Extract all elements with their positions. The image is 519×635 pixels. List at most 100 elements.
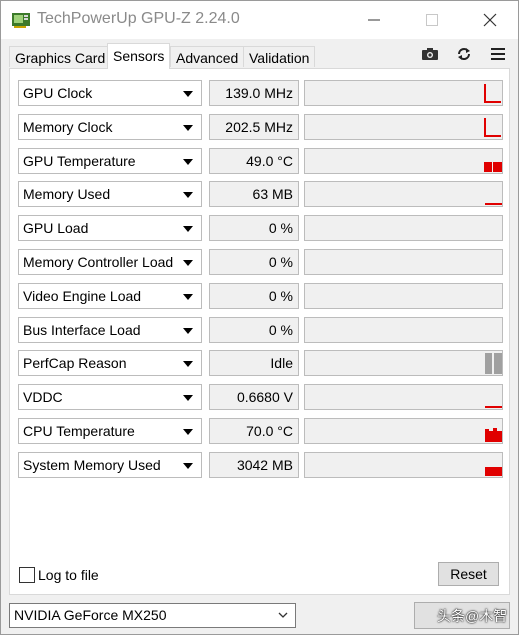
menu-icon[interactable] [488, 45, 508, 63]
sensor-graph-plot [484, 118, 501, 137]
sensor-value: 202.5 MHz [209, 114, 299, 140]
sensor-name-dropdown[interactable]: System Memory Used [18, 452, 202, 478]
sensor-graph-plot [485, 406, 502, 408]
sensor-label: GPU Load [23, 220, 89, 236]
sensor-graph-plot [484, 162, 502, 172]
sensor-label: System Memory Used [23, 457, 161, 473]
sensor-name-dropdown[interactable]: GPU Load [18, 215, 202, 241]
sensor-label: Bus Interface Load [23, 322, 141, 338]
sensors-panel: GPU Clock 139.0 MHz Memory Clock 202.5 MHz G… [9, 68, 510, 595]
sensor-name-dropdown[interactable]: GPU Temperature [18, 148, 202, 174]
sensor-row: Memory Controller Load 0 % [18, 249, 503, 277]
tab-advanced[interactable]: Advanced [170, 46, 245, 67]
dropdown-arrow-icon [183, 226, 193, 232]
sensor-value: 70.0 °C [209, 418, 299, 444]
camera-icon[interactable] [420, 45, 440, 63]
sensor-graph [304, 215, 503, 241]
sensor-row: CPU Temperature 70.0 °C [18, 418, 503, 446]
gpu-selector-value: NVIDIA GeForce MX250 [14, 607, 167, 623]
dropdown-arrow-icon [183, 463, 193, 469]
refresh-icon[interactable] [454, 45, 474, 63]
graph-mark [485, 428, 502, 442]
sensor-row: System Memory Used 3042 MB [18, 452, 503, 480]
sensor-graph [304, 452, 503, 478]
sensor-label: GPU Clock [23, 85, 93, 101]
sensor-graph-plot [484, 84, 501, 103]
graph-mark [485, 467, 502, 476]
sensor-name-dropdown[interactable]: Memory Controller Load [18, 249, 202, 275]
sensor-label: Memory Clock [23, 119, 113, 135]
sensor-row: GPU Load 0 % [18, 215, 503, 243]
sensor-row: Bus Interface Load 0 % [18, 317, 503, 345]
minimize-icon [368, 19, 380, 21]
chevron-down-icon [278, 612, 288, 618]
sensor-name-dropdown[interactable]: CPU Temperature [18, 418, 202, 444]
watermark-text: 头条@木智 [437, 608, 508, 624]
sensor-graph-plot [485, 428, 502, 442]
sensor-graph-plot [305, 284, 502, 308]
sensor-label: PerfCap Reason [23, 355, 127, 371]
sensor-value: 3042 MB [209, 452, 299, 478]
sensor-value: 63 MB [209, 181, 299, 207]
sensor-value: 0 % [209, 249, 299, 275]
sensor-value: 0 % [209, 283, 299, 309]
sensor-value: 49.0 °C [209, 148, 299, 174]
dropdown-arrow-icon [183, 429, 193, 435]
sensor-row: Video Engine Load 0 % [18, 283, 503, 311]
dropdown-arrow-icon [183, 328, 193, 334]
minimize-button[interactable] [345, 1, 403, 39]
sensor-graph [304, 418, 503, 444]
graph-mark [494, 353, 502, 374]
dropdown-arrow-icon [183, 260, 193, 266]
sensor-name-dropdown[interactable]: Memory Clock [18, 114, 202, 140]
gpu-selector-dropdown[interactable]: NVIDIA GeForce MX250 [9, 603, 296, 628]
sensor-value: 0.6680 V [209, 384, 299, 410]
tab-graphics-card[interactable]: Graphics Card [9, 46, 112, 67]
graph-mark [484, 84, 501, 103]
dropdown-arrow-icon [183, 361, 193, 367]
sensor-graph [304, 80, 503, 106]
maximize-button[interactable] [403, 1, 461, 39]
sensor-name-dropdown[interactable]: VDDC [18, 384, 202, 410]
sensor-name-dropdown[interactable]: Memory Used [18, 181, 202, 207]
sensor-graph [304, 148, 503, 174]
sensor-row: PerfCap Reason Idle [18, 350, 503, 378]
sensor-label: VDDC [23, 389, 63, 405]
sensor-row: GPU Temperature 49.0 °C [18, 148, 503, 176]
sensor-graph-plot [485, 353, 502, 374]
sensor-name-dropdown[interactable]: Video Engine Load [18, 283, 202, 309]
tab-bar: Graphics Card Sensors Advanced Validatio… [1, 39, 518, 69]
dropdown-arrow-icon [183, 192, 193, 198]
sensor-name-dropdown[interactable]: Bus Interface Load [18, 317, 202, 343]
sensor-graph-plot [305, 318, 502, 342]
sensor-name-dropdown[interactable]: PerfCap Reason [18, 350, 202, 376]
sensor-label: Memory Controller Load [23, 254, 174, 270]
dropdown-arrow-icon [183, 159, 193, 165]
log-to-file-label[interactable]: Log to file [38, 567, 99, 583]
window-title: TechPowerUp GPU-Z 2.24.0 [37, 10, 240, 27]
graph-mark [485, 353, 492, 374]
sensor-value: 139.0 MHz [209, 80, 299, 106]
sensor-row: Memory Used 63 MB [18, 181, 503, 209]
sensor-name-dropdown[interactable]: GPU Clock [18, 80, 202, 106]
dropdown-arrow-icon [183, 294, 193, 300]
close-icon [483, 13, 497, 27]
sensor-graph-plot [485, 203, 502, 205]
title-bar[interactable]: TechPowerUp GPU-Z 2.24.0 [1, 1, 518, 39]
sensor-label: CPU Temperature [23, 423, 135, 439]
graph-mark [485, 406, 502, 408]
tab-sensors[interactable]: Sensors [107, 43, 171, 69]
graph-mark [484, 118, 501, 137]
reset-button[interactable]: Reset [438, 562, 499, 586]
dropdown-arrow-icon [183, 395, 193, 401]
tab-validation[interactable]: Validation [243, 46, 316, 67]
log-to-file-checkbox[interactable] [19, 567, 35, 583]
sensor-graph-plot [305, 250, 502, 274]
close-window-button[interactable] [461, 1, 519, 39]
gpu-card-icon [12, 13, 30, 28]
sensor-label: GPU Temperature [23, 153, 136, 169]
sensor-value: Idle [209, 350, 299, 376]
sensor-label: Memory Used [23, 186, 111, 202]
sensor-graph [304, 283, 503, 309]
sensor-graph [304, 317, 503, 343]
